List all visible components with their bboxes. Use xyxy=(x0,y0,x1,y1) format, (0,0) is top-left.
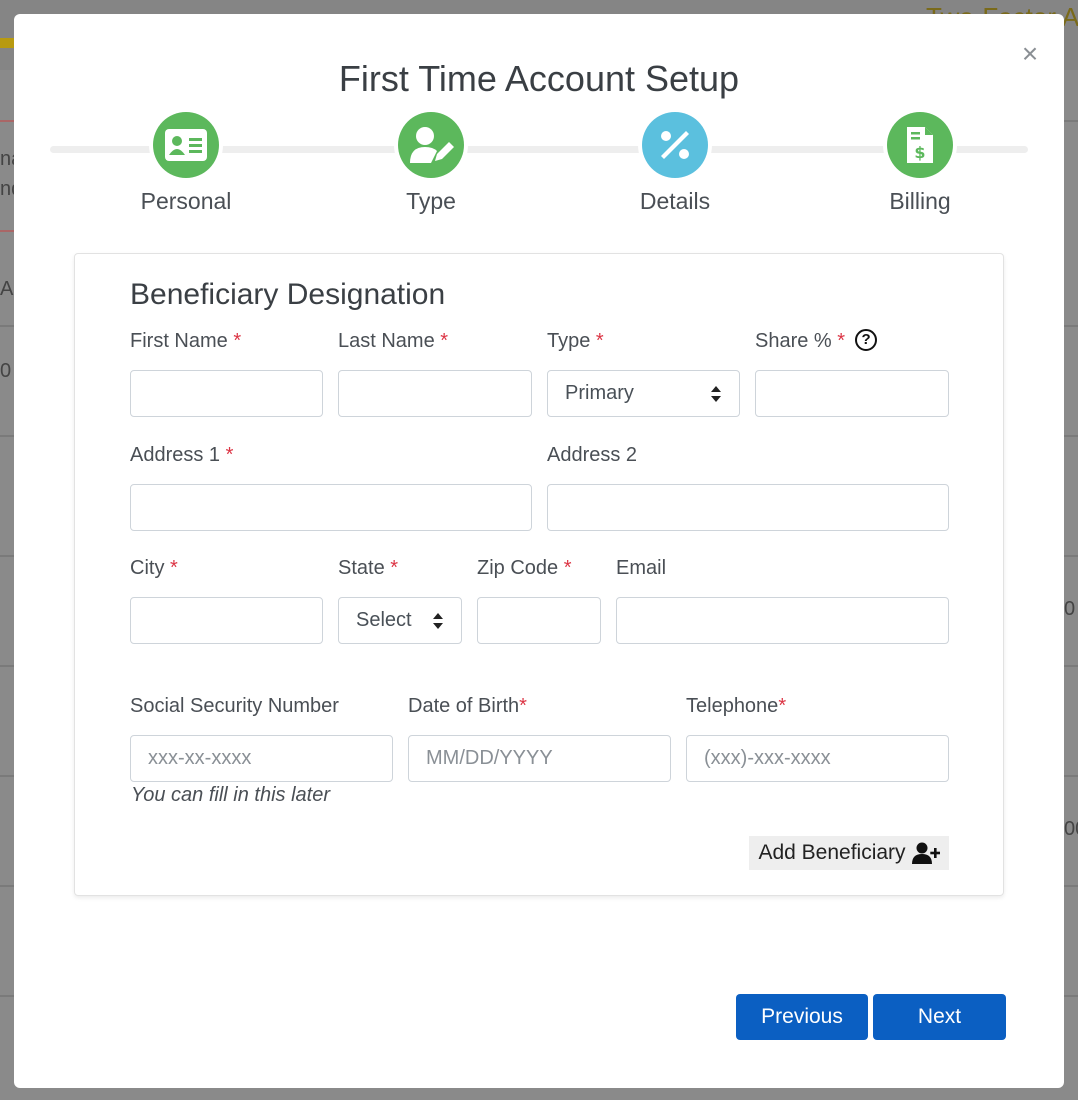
step-details[interactable]: Details xyxy=(605,108,745,215)
step-label: Personal xyxy=(140,188,232,214)
address2-input[interactable] xyxy=(547,484,949,531)
svg-text:$: $ xyxy=(914,143,925,162)
required-marker: * xyxy=(519,695,527,717)
label-text: Address 1 xyxy=(130,444,221,466)
add-beneficiary-label: Add Beneficiary xyxy=(758,841,906,864)
step-label: Type xyxy=(406,188,456,214)
address1-input[interactable] xyxy=(130,484,532,531)
required-marker: * xyxy=(225,444,234,466)
label-text: City xyxy=(130,557,165,579)
background-divider xyxy=(0,230,14,232)
background-divider xyxy=(0,120,14,122)
label-text: Share % xyxy=(755,330,832,352)
previous-button[interactable]: Previous xyxy=(736,994,868,1040)
type-select[interactable]: Primary xyxy=(547,370,740,417)
section-title: Beneficiary Designation xyxy=(130,278,446,311)
step-circle xyxy=(149,108,223,182)
required-marker: * xyxy=(595,330,604,352)
label-text: Last Name xyxy=(338,330,435,352)
background-fragment: 0 xyxy=(1064,598,1076,620)
email-input[interactable] xyxy=(616,597,949,644)
share-input[interactable] xyxy=(755,370,949,417)
user-plus-icon xyxy=(911,842,940,864)
account-setup-modal: First Time Account Setup × Personal Type… xyxy=(14,14,1064,1088)
dob-label: Date of Birth* xyxy=(408,695,527,718)
step-label: Billing xyxy=(889,188,951,214)
required-marker: * xyxy=(563,557,572,579)
ssn-label: Social Security Number xyxy=(130,695,339,717)
help-icon[interactable]: ? xyxy=(855,328,878,351)
last-name-label: Last Name * xyxy=(338,330,448,353)
background-accent xyxy=(0,38,14,48)
required-marker: * xyxy=(440,330,449,352)
ssn-input[interactable] xyxy=(130,735,393,782)
telephone-input[interactable] xyxy=(686,735,949,782)
dob-input[interactable] xyxy=(408,735,671,782)
required-marker: * xyxy=(390,557,399,579)
background-fragment: na xyxy=(0,148,14,170)
share-label: Share % *? xyxy=(755,328,878,353)
close-icon[interactable]: × xyxy=(1018,40,1042,68)
step-circle xyxy=(638,108,712,182)
required-marker: * xyxy=(778,695,787,717)
required-marker: * xyxy=(837,330,846,352)
modal-title: First Time Account Setup xyxy=(338,58,740,99)
background-fragment: A xyxy=(0,278,14,300)
sort-icon xyxy=(433,612,443,629)
setup-stepper: Personal Type Details $ Billing xyxy=(50,108,1028,218)
next-button[interactable]: Next xyxy=(873,994,1006,1040)
background-fragment: 00 xyxy=(1064,818,1078,840)
type-label: Type * xyxy=(547,330,604,353)
user-edit-icon xyxy=(398,112,464,178)
step-type[interactable]: Type xyxy=(361,108,501,215)
required-marker: * xyxy=(233,330,242,352)
step-circle xyxy=(394,108,468,182)
address2-label: Address 2 xyxy=(547,444,638,466)
zip-label: Zip Code * xyxy=(477,557,572,580)
first-name-input[interactable] xyxy=(130,370,323,417)
address1-label: Address 1 * xyxy=(130,444,233,467)
add-beneficiary-button[interactable]: Add Beneficiary xyxy=(749,836,949,870)
required-marker: * xyxy=(170,557,178,579)
id-card-icon xyxy=(153,112,219,178)
percent-icon xyxy=(642,112,708,178)
background-fragment: 0 xyxy=(0,360,12,382)
type-select-value: Primary xyxy=(565,382,634,404)
label-text: First Name xyxy=(130,330,228,352)
first-name-label: First Name * xyxy=(130,330,241,353)
state-select[interactable]: Select xyxy=(338,597,462,644)
state-select-value: Select xyxy=(356,609,412,631)
email-label: Email xyxy=(616,557,667,579)
step-billing[interactable]: $ Billing xyxy=(850,108,990,215)
step-personal[interactable]: Personal xyxy=(116,108,256,215)
label-text: State xyxy=(338,557,385,579)
invoice-dollar-icon: $ xyxy=(887,112,953,178)
state-label: State * xyxy=(338,557,398,580)
background-fragment: nd xyxy=(0,178,14,200)
city-label: City * xyxy=(130,557,178,580)
telephone-label: Telephone* xyxy=(686,695,786,718)
beneficiary-card: Beneficiary Designation First Name * Las… xyxy=(74,253,1004,896)
ssn-hint: You can fill in this later xyxy=(131,784,330,806)
label-text: Zip Code xyxy=(477,557,559,579)
city-input[interactable] xyxy=(130,597,323,644)
step-circle: $ xyxy=(883,108,957,182)
label-text: Telephone xyxy=(686,695,779,717)
last-name-input[interactable] xyxy=(338,370,532,417)
sort-icon xyxy=(711,385,721,402)
zip-input[interactable] xyxy=(477,597,601,644)
label-text: Date of Birth xyxy=(408,695,520,717)
label-text: Type xyxy=(547,330,591,352)
step-label: Details xyxy=(639,188,711,214)
